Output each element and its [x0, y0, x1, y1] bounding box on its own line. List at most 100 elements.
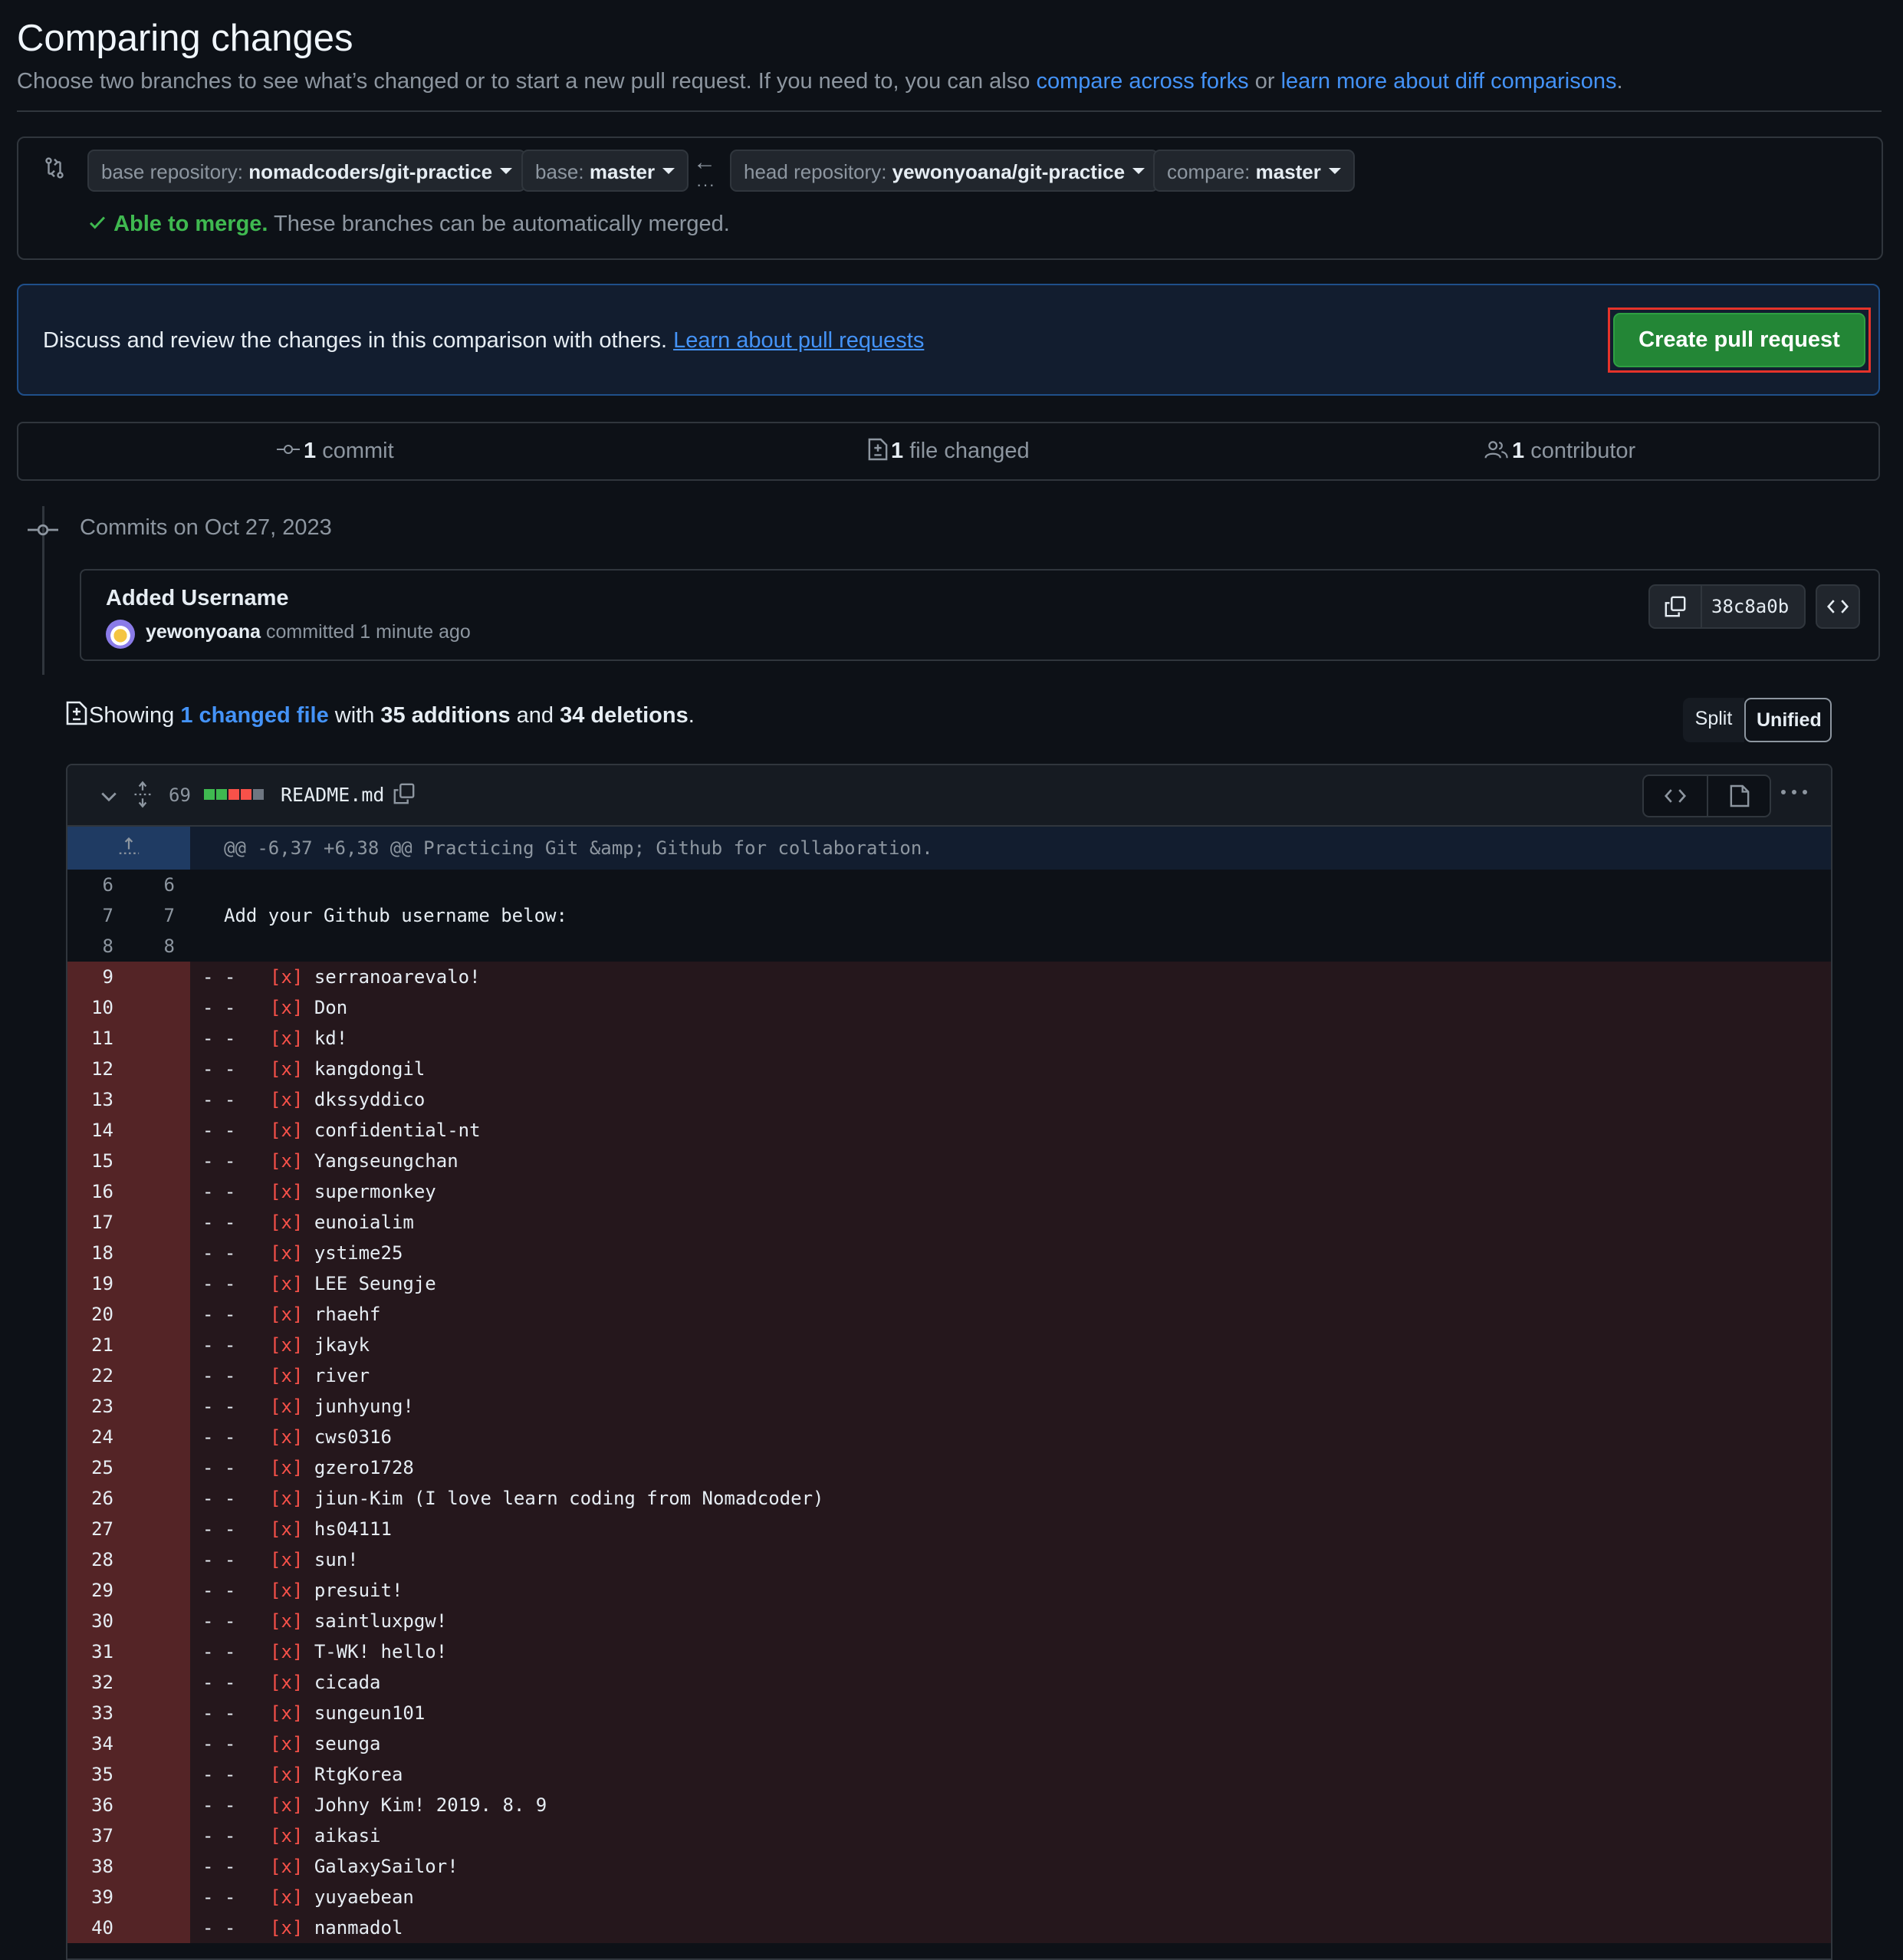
deleted-line: 33- - [x] sungeun101 [67, 1698, 1831, 1728]
new-line-number[interactable]: 7 [129, 900, 175, 931]
diffstat-square [241, 789, 251, 800]
old-line-number[interactable]: 32 [67, 1667, 113, 1698]
code-icon[interactable] [1664, 785, 1687, 811]
old-line-number[interactable]: 6 [67, 870, 113, 900]
deleted-line: 28- - [x] sun! [67, 1544, 1831, 1575]
line-content: [x] T-WK! hello! [224, 1636, 447, 1667]
new-line-number[interactable]: 6 [129, 870, 175, 900]
kebab-horizontal-icon[interactable] [1779, 787, 1809, 801]
old-line-number[interactable]: 20 [67, 1299, 113, 1330]
old-line-number[interactable]: 35 [67, 1759, 113, 1790]
checkbox-marker: [x] [270, 1457, 304, 1478]
old-line-number[interactable]: 22 [67, 1360, 113, 1391]
old-line-number[interactable]: 17 [67, 1207, 113, 1238]
file-icon[interactable] [1730, 784, 1750, 812]
username-text: RtgKorea [314, 1764, 403, 1785]
line-content: [x] dkssyddico [224, 1084, 425, 1115]
avatar[interactable] [106, 620, 135, 649]
old-line-number[interactable]: 33 [67, 1698, 113, 1728]
old-line-number[interactable]: 28 [67, 1544, 113, 1575]
base-branch-select[interactable]: base: master [521, 150, 689, 192]
learn-pull-requests-link[interactable]: Learn about pull requests [673, 328, 924, 353]
old-line-number[interactable]: 27 [67, 1514, 113, 1544]
username-text: presuit! [314, 1580, 403, 1601]
old-line-number[interactable]: 24 [67, 1422, 113, 1452]
username-text: jiun-Kim (I love learn coding from Nomad… [314, 1488, 824, 1509]
head-repository-select[interactable]: head repository: yewonyoana/git-practice [730, 150, 1159, 192]
old-line-number[interactable]: 14 [67, 1115, 113, 1146]
old-line-number[interactable]: 40 [67, 1912, 113, 1943]
file-name-link[interactable]: README.md [281, 784, 384, 806]
old-line-number[interactable]: 39 [67, 1882, 113, 1912]
unified-view-button[interactable]: Unified [1744, 698, 1832, 742]
deleted-line: 38- - [x] GalaxySailor! [67, 1851, 1831, 1882]
old-line-number[interactable]: 30 [67, 1606, 113, 1636]
header-divider [17, 110, 1882, 112]
copy-sha-button[interactable] [1650, 586, 1702, 627]
old-line-number[interactable]: 26 [67, 1483, 113, 1514]
old-line-number[interactable]: 36 [67, 1790, 113, 1820]
old-line-number[interactable]: 9 [67, 962, 113, 992]
old-line-number[interactable]: 25 [67, 1452, 113, 1483]
copy-icon[interactable] [393, 782, 416, 809]
commit-time: committed 1 minute ago [261, 621, 471, 643]
page-subtitle: Choose two branches to see what’s change… [17, 69, 1623, 94]
commit-author-link[interactable]: yewonyoana [146, 621, 261, 643]
files-changed-tab[interactable]: 1 file changed [868, 439, 1030, 464]
expand-up-button[interactable] [67, 827, 190, 870]
old-line-number[interactable]: 8 [67, 931, 113, 962]
hunk-header-text: @@ -6,37 +6,38 @@ Practicing Git &amp; G… [224, 837, 933, 859]
old-line-number[interactable]: 16 [67, 1176, 113, 1207]
new-line-number[interactable]: 8 [129, 931, 175, 962]
commits-tab[interactable]: 1 commit [276, 439, 394, 464]
commit-sha-link[interactable]: 38c8a0b [1711, 596, 1789, 617]
base-repository-label: base repository: [101, 160, 249, 183]
contributors-tab[interactable]: 1 contributor [1484, 439, 1635, 464]
old-line-number[interactable]: 10 [67, 992, 113, 1023]
changed-files-link[interactable]: 1 changed file [180, 703, 328, 728]
compare-across-forks-link[interactable]: compare across forks [1036, 69, 1248, 94]
commit-icon [276, 439, 304, 463]
diff-lines: 6 6 7 7 Add your Github username below: 8 8 9- … [67, 870, 1831, 1943]
username-text: kangdongil [314, 1058, 426, 1080]
pull-request-banner: Discuss and review the changes in this c… [17, 284, 1880, 396]
create-pull-request-button[interactable]: Create pull request [1613, 313, 1865, 367]
old-line-number[interactable]: 38 [67, 1851, 113, 1882]
username-text: seunga [314, 1733, 381, 1754]
old-line-number[interactable]: 18 [67, 1238, 113, 1268]
old-line-number[interactable]: 11 [67, 1023, 113, 1054]
base-repository-select[interactable]: base repository: nomadcoders/git-practic… [87, 150, 527, 192]
old-line-number[interactable]: 19 [67, 1268, 113, 1299]
old-line-number[interactable]: 12 [67, 1054, 113, 1084]
old-line-number[interactable]: 15 [67, 1146, 113, 1176]
old-line-number[interactable]: 34 [67, 1728, 113, 1759]
deleted-line: 36- - [x] Johny Kim! 2019. 8. 9 [67, 1790, 1831, 1820]
checkbox-marker: [x] [270, 1518, 304, 1540]
username-text: aikasi [314, 1825, 381, 1847]
username-text: cicada [314, 1672, 381, 1693]
file-header: 69 README.md [67, 765, 1831, 827]
old-line-number[interactable]: 37 [67, 1820, 113, 1851]
commit-title-link[interactable]: Added Username [106, 586, 289, 611]
split-view-button[interactable]: Split [1683, 698, 1744, 742]
username-text: LEE Seungje [314, 1273, 436, 1294]
old-line-number[interactable]: 31 [67, 1636, 113, 1667]
old-line-number[interactable]: 7 [67, 900, 113, 931]
line-content: [x] sun! [224, 1544, 359, 1575]
username-text: GalaxySailor! [314, 1856, 458, 1877]
checkbox-marker: [x] [270, 1794, 304, 1816]
compare-branch-select[interactable]: compare: master [1153, 150, 1355, 192]
summary-suffix: . [688, 703, 695, 728]
base-branch-value: master [589, 160, 656, 183]
learn-diff-comparisons-link[interactable]: learn more about diff comparisons [1281, 69, 1617, 94]
chevron-down-icon[interactable] [98, 785, 120, 811]
old-line-number[interactable]: 23 [67, 1391, 113, 1422]
deleted-line: 23- - [x] junhyung! [67, 1391, 1831, 1422]
old-line-number[interactable]: 21 [67, 1330, 113, 1360]
old-line-number[interactable]: 29 [67, 1575, 113, 1606]
browse-repository-button[interactable] [1816, 584, 1860, 629]
expand-all-icon[interactable] [132, 781, 153, 812]
old-line-number[interactable]: 13 [67, 1084, 113, 1115]
deleted-line: 27- - [x] hs04111 [67, 1514, 1831, 1544]
username-text: sungeun101 [314, 1702, 426, 1724]
